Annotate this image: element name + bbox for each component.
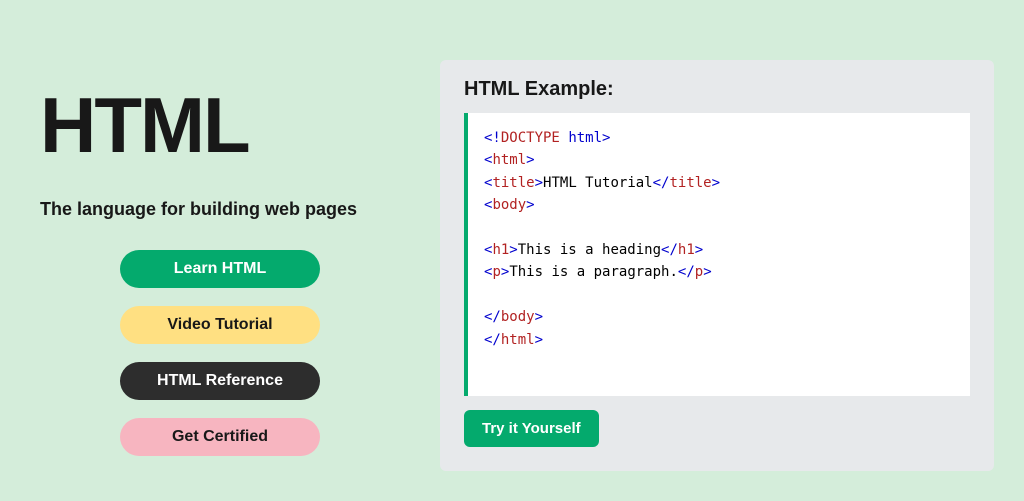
code-example: <!DOCTYPE html> <html> <title>HTML Tutor… — [464, 113, 970, 396]
code-line — [484, 284, 954, 306]
video-tutorial-button[interactable]: Video Tutorial — [120, 306, 320, 344]
html-reference-button[interactable]: HTML Reference — [120, 362, 320, 400]
code-line: <body> — [484, 194, 954, 216]
example-panel: HTML Example: <!DOCTYPE html> <html> <ti… — [440, 60, 994, 471]
code-line: <title>HTML Tutorial</title> — [484, 172, 954, 194]
example-title: HTML Example: — [464, 78, 970, 101]
code-line — [484, 217, 954, 239]
code-line: <h1>This is a heading</h1> — [484, 239, 954, 261]
button-group: Learn HTML Video Tutorial HTML Reference… — [40, 250, 400, 456]
page-title: HTML — [40, 80, 400, 171]
code-line: <p>This is a paragraph.</p> — [484, 261, 954, 283]
code-line: </body> — [484, 306, 954, 328]
code-line: </html> — [484, 329, 954, 351]
hero-panel: HTML The language for building web pages… — [40, 60, 400, 471]
get-certified-button[interactable]: Get Certified — [120, 418, 320, 456]
try-it-yourself-button[interactable]: Try it Yourself — [464, 410, 599, 447]
code-line: <html> — [484, 149, 954, 171]
learn-html-button[interactable]: Learn HTML — [120, 250, 320, 288]
page-subtitle: The language for building web pages — [40, 199, 400, 220]
code-line: <!DOCTYPE html> — [484, 127, 954, 149]
